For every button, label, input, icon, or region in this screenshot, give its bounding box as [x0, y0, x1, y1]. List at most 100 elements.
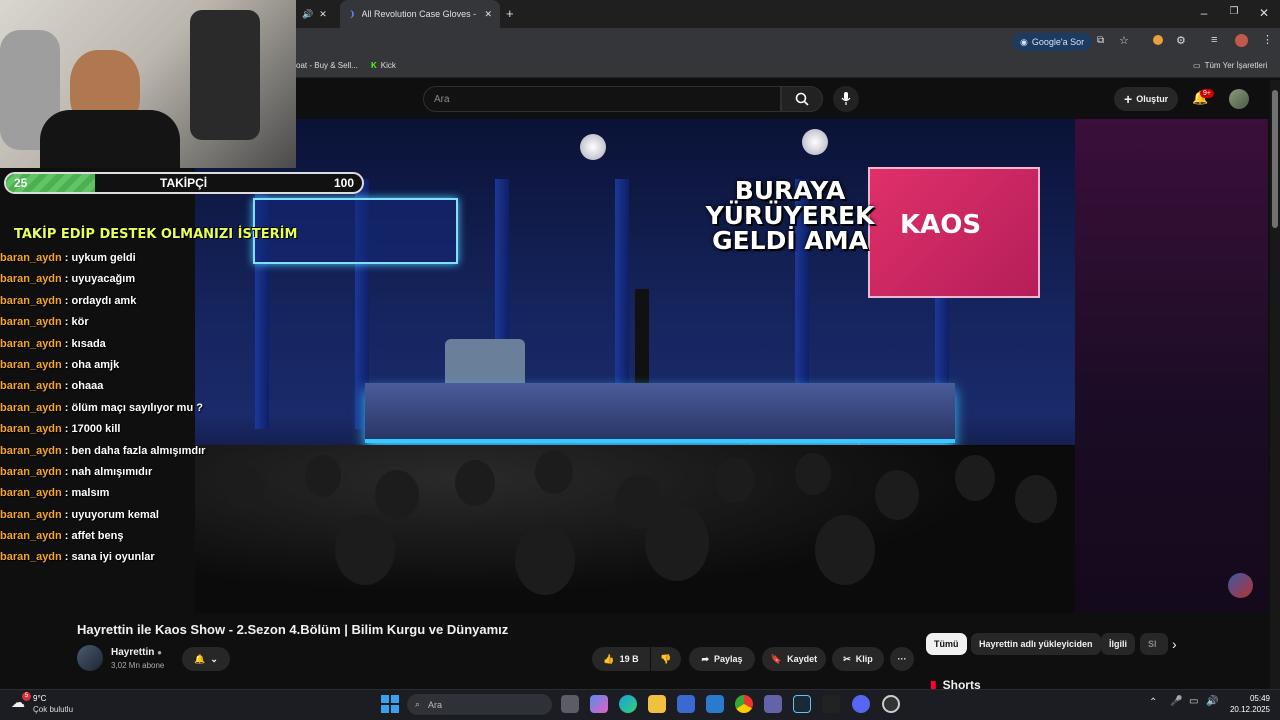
- close-window-icon[interactable]: ✕: [1256, 6, 1272, 20]
- chat-username: baran_aydn: [0, 551, 62, 564]
- microphone-tray-icon[interactable]: 🎤: [1170, 696, 1182, 707]
- chip-partial[interactable]: Sl: [1140, 633, 1168, 655]
- file-explorer-icon[interactable]: [648, 695, 666, 713]
- chat-text: uyuyacağım: [71, 273, 136, 286]
- chat-username: baran_aydn: [0, 273, 62, 286]
- all-bookmarks-label: Tüm Yer İşaretleri: [1204, 61, 1268, 70]
- profile-avatar-icon[interactable]: [1235, 34, 1248, 47]
- spotlight: [580, 134, 606, 160]
- tab-active[interactable]: ❩ All Revolution Case Gloves - CS ✕: [340, 0, 500, 28]
- start-button[interactable]: [381, 695, 399, 713]
- minimize-icon[interactable]: –: [1196, 6, 1212, 20]
- video-side-panel: [1075, 119, 1268, 613]
- clock-time[interactable]: 05:49: [1238, 694, 1270, 703]
- teams-icon[interactable]: [764, 695, 782, 713]
- weather-description[interactable]: Çok bulutlu: [33, 705, 73, 714]
- copilot-icon[interactable]: [590, 695, 608, 713]
- chat-text: 17000 kill: [71, 423, 121, 436]
- speaker-tray-icon[interactable]: 🔊: [1206, 696, 1218, 707]
- like-button[interactable]: 👍 19 B: [592, 647, 650, 671]
- chat-message: baran_aydn : uyuyorum kemal: [0, 508, 159, 521]
- follower-current: 25: [14, 176, 28, 190]
- app-icon[interactable]: [822, 695, 840, 713]
- plus-icon: +: [1124, 91, 1133, 107]
- restore-icon[interactable]: ❐: [1226, 6, 1242, 17]
- ask-google-label: Google'a Sor: [1031, 37, 1085, 47]
- discord-icon[interactable]: [852, 695, 870, 713]
- audience: [195, 445, 1075, 613]
- search-button[interactable]: [781, 86, 823, 112]
- voice-search-button[interactable]: [833, 86, 859, 112]
- channel-name[interactable]: Hayrettin ●: [111, 647, 162, 658]
- create-button[interactable]: + Oluştur: [1114, 87, 1179, 111]
- chat-username: baran_aydn: [0, 294, 62, 307]
- bookmark-star-icon[interactable]: ☆: [1119, 34, 1129, 47]
- store-icon[interactable]: [677, 695, 695, 713]
- chat-text: uyuyorum kemal: [71, 508, 159, 521]
- close-tab-icon[interactable]: ✕: [319, 9, 327, 20]
- streamer-body: [40, 110, 180, 168]
- chrome-icon[interactable]: [735, 695, 753, 713]
- chat-username: baran_aydn: [0, 337, 62, 350]
- channel-watermark[interactable]: [1228, 573, 1253, 598]
- subscribe-notification-button[interactable]: 🔔 ⌄: [182, 647, 230, 671]
- bookmark-item-kick[interactable]: K Kick: [371, 61, 396, 70]
- speaker-icon[interactable]: 🔊: [302, 9, 313, 20]
- tab-previous[interactable]: 🔊 ✕: [296, 0, 340, 28]
- edge-icon[interactable]: [619, 695, 637, 713]
- follow-banner: TAKİP EDİP DESTEK OLMANIZI İSTERİM: [14, 227, 298, 242]
- share-button[interactable]: ➦ Paylaş: [689, 647, 755, 671]
- chat-text: ohaaa: [71, 380, 104, 393]
- extensions-puzzle-icon[interactable]: ⚙: [1176, 34, 1186, 47]
- channel-name-text: Hayrettin: [111, 647, 155, 658]
- chevron-up-icon[interactable]: ⌃: [1149, 697, 1157, 708]
- monitor-tray-icon[interactable]: ▭: [1189, 696, 1198, 707]
- channel-avatar[interactable]: [77, 645, 103, 671]
- install-app-icon[interactable]: ⧉: [1097, 35, 1104, 46]
- clock-date[interactable]: 20.12.2025: [1226, 705, 1270, 714]
- save-button[interactable]: 🔖 Kaydet: [762, 647, 826, 671]
- obs-icon[interactable]: [882, 695, 900, 713]
- thumbs-down-icon: 👎: [660, 653, 672, 664]
- taskbar-search-input[interactable]: ⌕ Ara: [407, 694, 552, 715]
- new-tab-icon[interactable]: +: [506, 6, 514, 21]
- video-title: Hayrettin ile Kaos Show - 2.Sezon 4.Bölü…: [77, 622, 509, 637]
- gaming-chair: [190, 10, 260, 140]
- bookmark-item[interactable]: oat - Buy & Sell...: [296, 61, 358, 70]
- ask-google-button[interactable]: ◉ Google'a Sor: [1012, 33, 1093, 51]
- share-label: Paylaş: [714, 654, 743, 664]
- all-bookmarks-button[interactable]: ▭ Tüm Yer İşaretleri: [1193, 61, 1267, 70]
- chip-related[interactable]: İlgili: [1101, 633, 1135, 655]
- bookmark-label: Kick: [380, 61, 396, 70]
- close-tab-icon[interactable]: ✕: [484, 9, 492, 20]
- chat-text: malsım: [71, 487, 110, 500]
- browser-menu-icon[interactable]: ⋮: [1262, 33, 1273, 46]
- more-actions-button[interactable]: ···: [890, 647, 914, 671]
- chip-all[interactable]: Tümü: [926, 633, 967, 655]
- scissors-icon: ✂: [843, 653, 851, 664]
- clip-button[interactable]: ✂ Klip: [832, 647, 884, 671]
- chip-from-uploader[interactable]: Hayrettin adlı yükleyiciden: [971, 633, 1101, 655]
- follower-goal-bar: 25 TAKİPÇİ 100: [4, 172, 364, 194]
- scrollbar-thumb[interactable]: [1272, 90, 1278, 228]
- task-view-icon[interactable]: [561, 695, 579, 713]
- chevron-right-icon[interactable]: ›: [1172, 636, 1177, 652]
- chat-username: baran_aydn: [0, 508, 62, 521]
- mail-icon[interactable]: [706, 695, 724, 713]
- save-label: Kaydet: [787, 654, 818, 664]
- avatar[interactable]: [1229, 89, 1249, 109]
- kick-icon: K: [371, 61, 377, 70]
- weather-temperature[interactable]: 9°C: [33, 694, 46, 703]
- dislike-button[interactable]: 👎: [651, 647, 681, 671]
- taskbar-search-placeholder: Ara: [428, 699, 443, 710]
- like-count: 19 B: [619, 654, 639, 664]
- media-control-icon[interactable]: ≡: [1211, 34, 1217, 46]
- chat-message: baran_aydn : malsım: [0, 487, 110, 500]
- chat-message: baran_aydn : ordaydı amk: [0, 294, 137, 307]
- chat-message: baran_aydn : 17000 kill: [0, 423, 121, 436]
- chat-message: baran_aydn : oha amjk: [0, 358, 120, 371]
- steam-icon[interactable]: [793, 695, 811, 713]
- stage-floor: [365, 383, 955, 443]
- extension-icon[interactable]: [1153, 35, 1163, 45]
- search-input[interactable]: Ara: [423, 86, 781, 112]
